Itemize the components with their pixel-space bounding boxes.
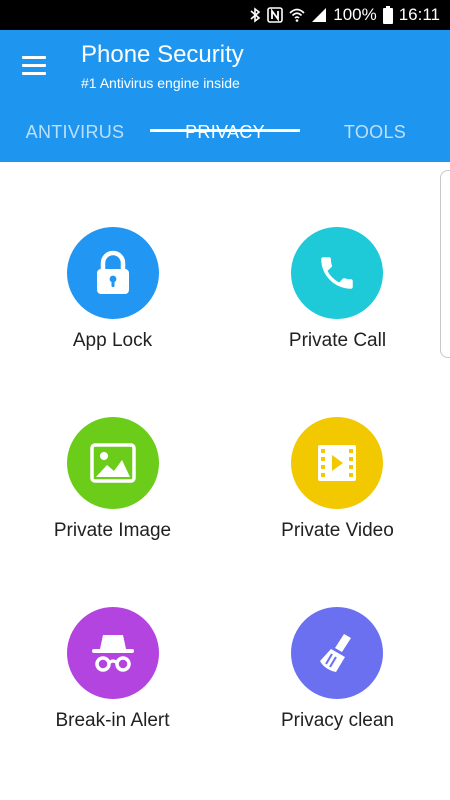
app-title: Phone Security: [81, 41, 244, 68]
tab-bar: ANTIVIRUS PRIVACY TOOLS: [0, 102, 450, 162]
private-image-label: Private Image: [53, 520, 172, 541]
lock-icon: [67, 227, 159, 319]
nfc-icon: [267, 7, 284, 23]
app-lock-tile[interactable]: App Lock: [0, 162, 225, 352]
tab-antivirus[interactable]: ANTIVIRUS: [0, 102, 150, 162]
app-lock-label: App Lock: [72, 330, 153, 351]
wifi-icon: [289, 7, 305, 23]
video-icon: [291, 417, 383, 509]
private-call-label: Private Call: [288, 330, 387, 351]
phone-icon: [291, 227, 383, 319]
break-in-alert-label: Break-in Alert: [55, 710, 170, 731]
private-image-tile[interactable]: Private Image: [0, 352, 225, 542]
signal-icon: [311, 7, 327, 23]
clock: 16:11: [398, 5, 440, 24]
incognito-icon: [67, 607, 159, 699]
status-icons: 100% 16:11: [249, 0, 440, 30]
bluetooth-icon: [249, 7, 261, 23]
private-video-label: Private Video: [281, 520, 394, 541]
privacy-clean-tile[interactable]: Privacy clean: [225, 542, 450, 732]
app-subtitle: #1 Antivirus engine inside: [81, 75, 240, 91]
private-video-tile[interactable]: Private Video: [225, 352, 450, 542]
tab-indicator: [150, 129, 300, 132]
break-in-alert-tile[interactable]: Break-in Alert: [0, 542, 225, 732]
tab-privacy[interactable]: PRIVACY: [150, 102, 300, 162]
battery-icon: [382, 6, 393, 24]
tab-tools[interactable]: TOOLS: [300, 102, 450, 162]
image-icon: [67, 417, 159, 509]
broom-icon: [291, 607, 383, 699]
app-bar: Phone Security #1 Antivirus engine insid…: [0, 30, 450, 162]
status-bar: 100% 16:11: [0, 0, 450, 30]
privacy-clean-label: Privacy clean: [281, 710, 394, 731]
private-call-tile[interactable]: Private Call: [225, 162, 450, 352]
battery-percent: 100%: [333, 5, 377, 24]
menu-icon[interactable]: [22, 56, 48, 76]
